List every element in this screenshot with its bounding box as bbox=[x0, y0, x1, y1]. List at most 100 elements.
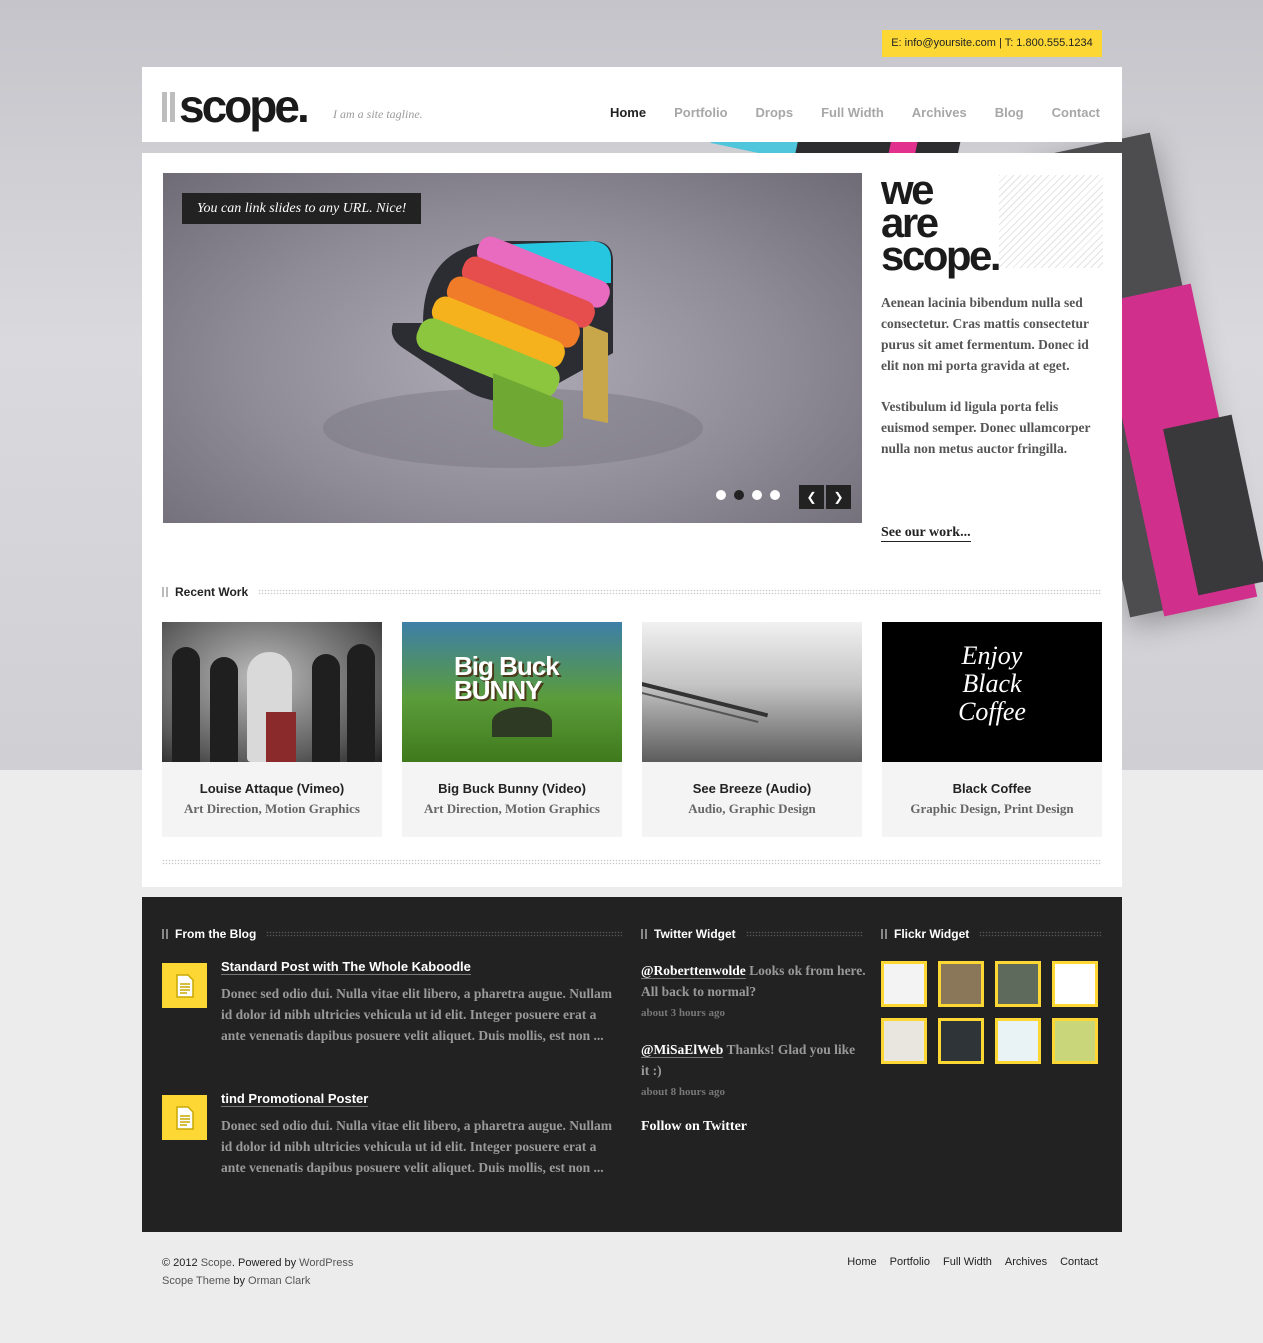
section-title: From the Blog bbox=[175, 927, 257, 941]
nav-contact[interactable]: Contact bbox=[1052, 105, 1100, 120]
tweet-time[interactable]: about 8 hours ago bbox=[641, 1083, 866, 1101]
flickr-photo[interactable] bbox=[938, 961, 984, 1007]
flickr-photo[interactable] bbox=[938, 1018, 984, 1064]
recent-work-heading: Recent Work bbox=[162, 585, 1102, 599]
post-title-link[interactable]: tind Promotional Poster bbox=[221, 1091, 369, 1107]
slide-dot[interactable] bbox=[716, 490, 726, 500]
portfolio-title[interactable]: Black Coffee bbox=[882, 781, 1102, 796]
footer-nav-archives[interactable]: Archives bbox=[1005, 1256, 1047, 1268]
portfolio-title[interactable]: Louise Attaque (Vimeo) bbox=[162, 781, 382, 796]
nav-drops[interactable]: Drops bbox=[756, 105, 794, 120]
intro-paragraph: Vestibulum id ligula porta felis euismod… bbox=[881, 399, 1091, 456]
prev-slide-button[interactable]: ❮ bbox=[799, 485, 824, 509]
flickr-photo[interactable] bbox=[881, 961, 927, 1007]
portfolio-tags: Art Direction, Motion Graphics bbox=[424, 801, 600, 816]
heading-bars-icon bbox=[162, 929, 168, 939]
logo[interactable]: scope. bbox=[162, 80, 310, 132]
slide-dot[interactable] bbox=[752, 490, 762, 500]
flickr-photo[interactable] bbox=[1052, 961, 1098, 1007]
footer-nav-contact[interactable]: Contact bbox=[1060, 1256, 1098, 1268]
post-excerpt: Donec sed odio dui. Nulla vitae elit lib… bbox=[221, 1118, 613, 1175]
nav-archives[interactable]: Archives bbox=[912, 105, 967, 120]
section-title: Twitter Widget bbox=[654, 927, 736, 941]
main-content: You can link slides to any URL. Nice! ❮ … bbox=[142, 153, 1122, 887]
twitter-heading: Twitter Widget bbox=[641, 927, 863, 941]
heading-bars-icon bbox=[162, 587, 168, 597]
footer-nav-full-width[interactable]: Full Width bbox=[943, 1256, 992, 1268]
thumbnail-text: Coffee bbox=[958, 697, 1026, 726]
dotted-divider bbox=[266, 931, 622, 937]
thumbnail-text: Big Buck BUNNY bbox=[454, 651, 560, 705]
see-work-link[interactable]: See our work... bbox=[881, 525, 971, 542]
flickr-photo[interactable] bbox=[995, 961, 1041, 1007]
author-link[interactable]: Orman Clark bbox=[248, 1275, 310, 1287]
portfolio-item[interactable]: Enjoy Black Coffee Black Coffee Graphic … bbox=[882, 622, 1102, 837]
chevron-left-icon: ❮ bbox=[806, 490, 817, 504]
nav-blog[interactable]: Blog bbox=[995, 105, 1024, 120]
footer-nav: Home Portfolio Full Width Archives Conta… bbox=[847, 1256, 1098, 1268]
footer-nav-home[interactable]: Home bbox=[847, 1256, 876, 1268]
footer-nav-portfolio[interactable]: Portfolio bbox=[890, 1256, 930, 1268]
post-title-link[interactable]: Standard Post with The Whole Kaboodle bbox=[221, 959, 471, 975]
slide-caption: You can link slides to any URL. Nice! bbox=[182, 193, 422, 224]
post-excerpt: Donec sed odio dui. Nulla vitae elit lib… bbox=[221, 986, 613, 1043]
image-slider[interactable]: You can link slides to any URL. Nice! ❮ … bbox=[163, 173, 862, 523]
portfolio-item[interactable]: Big Buck BUNNY Big Buck Bunny (Video) Art… bbox=[402, 622, 622, 837]
next-slide-button[interactable]: ❯ bbox=[826, 485, 851, 509]
nav-portfolio[interactable]: Portfolio bbox=[674, 105, 727, 120]
dotted-divider bbox=[979, 931, 1101, 937]
flickr-photo[interactable] bbox=[1052, 1018, 1098, 1064]
thumbnail-text: Enjoy bbox=[961, 641, 1023, 670]
site-header: scope. I am a site tagline. Home Portfol… bbox=[142, 67, 1122, 142]
slide-dot-active[interactable] bbox=[734, 490, 744, 500]
copyright-text: . Powered by bbox=[231, 1257, 300, 1269]
tweet: @MiSaElWeb Thanks! Glad you like it :) a… bbox=[641, 1039, 866, 1101]
site-tagline: I am a site tagline. bbox=[333, 107, 423, 121]
flickr-heading: Flickr Widget bbox=[881, 927, 1101, 941]
portfolio-title[interactable]: See Breeze (Audio) bbox=[642, 781, 862, 796]
slide-dots bbox=[716, 490, 780, 500]
footer-widgets: From the Blog Standard Post with The Who… bbox=[142, 897, 1122, 1232]
portfolio-title[interactable]: Big Buck Bunny (Video) bbox=[402, 781, 622, 796]
contact-bar: E: info@yoursite.com | T: 1.800.555.1234 bbox=[882, 30, 1102, 57]
tweet-time[interactable]: about 3 hours ago bbox=[641, 1004, 866, 1022]
flickr-photo[interactable] bbox=[881, 1018, 927, 1064]
portfolio-tags: Audio, Graphic Design bbox=[688, 801, 816, 816]
site-link[interactable]: Scope bbox=[201, 1257, 232, 1269]
logo-text: scope. bbox=[179, 80, 310, 132]
theme-link[interactable]: Scope Theme bbox=[162, 1275, 230, 1287]
intro-block: we are scope. Aenean lacinia bibendum nu… bbox=[881, 169, 1103, 542]
chevron-right-icon: ❯ bbox=[833, 490, 844, 504]
slider-arrows: ❮ ❯ bbox=[799, 485, 851, 509]
portfolio-item[interactable]: Louise Attaque (Vimeo) Art Direction, Mo… bbox=[162, 622, 382, 837]
wordpress-link[interactable]: WordPress bbox=[299, 1257, 353, 1269]
copyright-text: by bbox=[230, 1275, 249, 1287]
copyright: © 2012 Scope. Powered by WordPress Scope… bbox=[162, 1254, 353, 1290]
dotted-divider bbox=[162, 859, 1102, 865]
portfolio-tags: Art Direction, Motion Graphics bbox=[184, 801, 360, 816]
nav-home[interactable]: Home bbox=[610, 105, 646, 120]
heading-bars-icon bbox=[641, 929, 647, 939]
document-icon[interactable] bbox=[162, 963, 207, 1008]
portfolio-thumbnail[interactable]: Big Buck BUNNY bbox=[402, 622, 622, 762]
document-icon[interactable] bbox=[162, 1095, 207, 1140]
section-title: Flickr Widget bbox=[894, 927, 970, 941]
portfolio-thumbnail[interactable] bbox=[642, 622, 862, 762]
portfolio-item[interactable]: See Breeze (Audio) Audio, Graphic Design bbox=[642, 622, 862, 837]
nav-full-width[interactable]: Full Width bbox=[821, 105, 884, 120]
thumbnail-text: Black bbox=[962, 669, 1022, 698]
portfolio-thumbnail[interactable] bbox=[162, 622, 382, 762]
tweet-user-link[interactable]: @MiSaElWeb bbox=[641, 1042, 724, 1058]
section-title: Recent Work bbox=[175, 585, 249, 599]
intro-title-line: scope. bbox=[881, 232, 1002, 279]
portfolio-tags: Graphic Design, Print Design bbox=[910, 801, 1074, 816]
flickr-photo[interactable] bbox=[995, 1018, 1041, 1064]
portfolio-thumbnail[interactable]: Enjoy Black Coffee bbox=[882, 622, 1102, 762]
intro-paragraph: Aenean lacinia bibendum nulla sed consec… bbox=[881, 295, 1089, 373]
tweet: @Roberttenwolde Looks ok from here. All … bbox=[641, 960, 866, 1022]
slide-image bbox=[323, 236, 703, 468]
tweet-user-link[interactable]: @Roberttenwolde bbox=[641, 963, 746, 979]
follow-twitter-link[interactable]: Follow on Twitter bbox=[641, 1119, 747, 1135]
dotted-divider bbox=[258, 589, 1102, 595]
slide-dot[interactable] bbox=[770, 490, 780, 500]
